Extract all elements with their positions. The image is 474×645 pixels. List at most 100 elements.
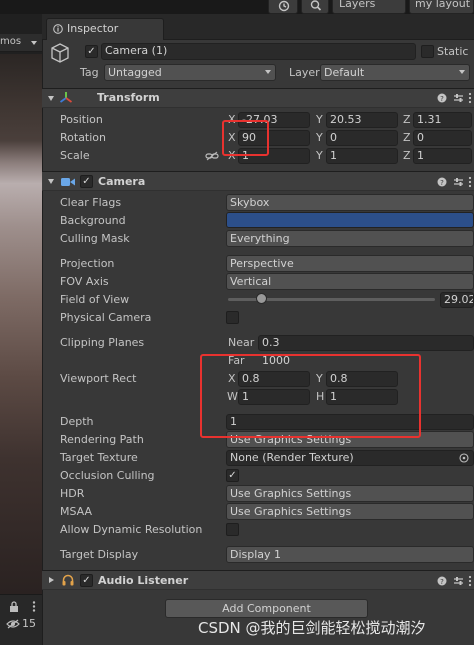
projection-dropdown[interactable]: Perspective [226, 255, 474, 272]
scale-label: Scale [60, 149, 90, 162]
audio-listener-title: Audio Listener [98, 574, 189, 587]
fov-axis-value: Vertical [230, 275, 272, 288]
hdr-dropdown[interactable]: Use Graphics Settings [226, 485, 474, 502]
layer-value: Default [324, 66, 365, 79]
scale-z-axis[interactable]: Z [403, 149, 411, 163]
dynamic-resolution-checkbox[interactable] [226, 523, 239, 536]
target-texture-label: Target Texture [60, 451, 138, 464]
gizmos-label: mos [0, 36, 22, 47]
object-name-field[interactable]: Camera (1) [101, 43, 416, 60]
transform-axes-icon [59, 92, 73, 103]
rotation-y-axis[interactable]: Y [316, 131, 323, 145]
link-scale-icon[interactable] [205, 151, 219, 161]
tag-label: Tag [80, 66, 99, 79]
fov-axis-label: FOV Axis [60, 275, 109, 288]
tab-inspector[interactable]: Inspector [46, 18, 164, 40]
fov-axis-dropdown[interactable]: Vertical [226, 273, 474, 290]
object-picker-icon[interactable] [459, 453, 469, 463]
layer-label: Layer [289, 66, 320, 79]
clipping-planes-label: Clipping Planes [60, 336, 145, 349]
watermark-text: CSDN @我的巨剑能轻松搅动潮汐 [198, 619, 426, 637]
layers-dropdown[interactable]: Layers [332, 0, 406, 14]
camera-enabled-checkbox[interactable]: ✓ [80, 175, 93, 188]
chevron-down-icon [459, 70, 465, 74]
scale-y-field[interactable]: 1 [326, 148, 398, 164]
scale-z-field[interactable]: 1 [413, 148, 472, 164]
help-icon[interactable]: ? [437, 93, 447, 103]
presets-icon[interactable] [453, 576, 464, 586]
chevron-down-icon [265, 70, 271, 74]
culling-mask-label: Culling Mask [60, 232, 130, 245]
viewport-rect-label: Viewport Rect [60, 372, 137, 385]
help-icon[interactable]: ? [437, 576, 447, 586]
rotation-z-field[interactable]: 0 [413, 130, 472, 146]
lock-icon[interactable] [9, 601, 19, 612]
physical-camera-checkbox[interactable] [226, 311, 239, 324]
fov-value-field[interactable]: 29.02 [440, 292, 474, 308]
menu-icon[interactable] [32, 601, 36, 612]
history-icon [278, 0, 290, 12]
static-label: Static [437, 45, 469, 58]
target-texture-value: None (Render Texture) [230, 451, 354, 464]
help-icon[interactable]: ? [437, 177, 447, 187]
hidden-eye-icon[interactable] [6, 619, 20, 629]
msaa-dropdown[interactable]: Use Graphics Settings [226, 503, 474, 520]
scene-view-image [0, 54, 42, 594]
presets-icon[interactable] [453, 177, 464, 187]
culling-mask-dropdown[interactable]: Everything [226, 230, 474, 247]
kebab-menu-icon[interactable] [468, 575, 472, 587]
hdr-value: Use Graphics Settings [230, 487, 352, 500]
near-label: Near [228, 336, 255, 349]
msaa-label: MSAA [60, 505, 93, 518]
rotation-y-field[interactable]: 0 [326, 130, 398, 146]
search-icon [310, 0, 322, 11]
object-active-checkbox[interactable]: ✓ [85, 45, 98, 58]
position-y-axis[interactable]: Y [316, 113, 323, 127]
clear-flags-dropdown[interactable]: Skybox [226, 194, 474, 211]
target-display-label: Target Display [60, 548, 139, 561]
add-component-button[interactable]: Add Component [165, 599, 368, 618]
transform-title: Transform [97, 91, 160, 104]
kebab-menu-icon[interactable] [468, 176, 472, 188]
presets-icon[interactable] [453, 93, 464, 103]
layout-dropdown[interactable]: my layout [409, 0, 474, 14]
tab-label: Inspector [67, 22, 119, 35]
background-color-swatch[interactable] [226, 212, 474, 228]
gizmos-dropdown[interactable]: mos [0, 34, 42, 52]
highlight-box-rotation [222, 120, 269, 156]
history-button[interactable] [268, 0, 298, 14]
target-display-value: Display 1 [230, 548, 282, 561]
kebab-menu-icon[interactable] [468, 92, 472, 104]
projection-value: Perspective [230, 257, 294, 270]
camera-header[interactable]: ✓ Camera ? [42, 171, 474, 191]
occlusion-culling-label: Occlusion Culling [60, 469, 155, 482]
position-y-field[interactable]: 20.53 [326, 112, 398, 128]
rendering-path-label: Rendering Path [60, 433, 144, 446]
highlight-box-viewport [200, 354, 421, 438]
target-texture-field[interactable]: None (Render Texture) [226, 450, 474, 466]
audio-listener-enabled-checkbox[interactable]: ✓ [80, 574, 93, 587]
position-z-axis[interactable]: Z [403, 113, 411, 127]
occlusion-culling-checkbox[interactable]: ✓ [226, 469, 239, 482]
foldout-arrow-icon [49, 577, 54, 583]
camera-title: Camera [98, 175, 146, 188]
layer-dropdown[interactable]: Default [320, 64, 470, 81]
position-z-field[interactable]: 1.31 [413, 112, 472, 128]
near-field[interactable]: 0.3 [258, 335, 474, 351]
svg-text:?: ? [440, 578, 444, 586]
static-checkbox[interactable] [421, 45, 434, 58]
audio-listener-header[interactable]: ✓ Audio Listener ? [42, 570, 474, 590]
clear-flags-value: Skybox [230, 196, 270, 209]
camera-icon [61, 178, 75, 186]
search-button[interactable] [301, 0, 329, 14]
target-display-dropdown[interactable]: Display 1 [226, 546, 474, 563]
msaa-value: Use Graphics Settings [230, 505, 352, 518]
foldout-arrow-icon [48, 96, 54, 101]
chevron-down-icon [31, 41, 37, 45]
dynamic-resolution-label: Allow Dynamic Resolution [60, 523, 203, 536]
tag-dropdown[interactable]: Untagged [104, 64, 276, 81]
rotation-z-axis[interactable]: Z [403, 131, 411, 145]
fov-label: Field of View [60, 293, 130, 306]
transform-header[interactable]: Transform ? [42, 88, 474, 108]
scale-y-axis[interactable]: Y [316, 149, 323, 163]
